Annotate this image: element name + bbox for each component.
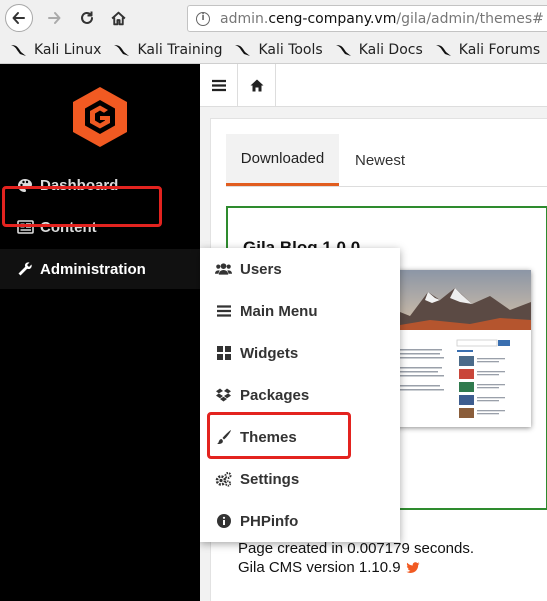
tab-downloaded[interactable]: Downloaded	[226, 134, 339, 186]
kali-dragon-icon	[11, 45, 26, 56]
bookmark-kali-training[interactable]: Kali Training	[113, 42, 222, 58]
menu-item-packages[interactable]: Packages	[200, 374, 400, 416]
menu-toggle-button[interactable]	[200, 64, 238, 107]
theme-thumbnail[interactable]	[380, 270, 531, 427]
tab-newest[interactable]: Newest	[340, 134, 420, 186]
arrow-right-icon	[48, 12, 61, 24]
info-circle-icon	[215, 514, 232, 528]
wrench-icon	[16, 261, 34, 277]
page-time-footer: Page created in 0.007179 seconds.	[238, 540, 475, 557]
cogs-icon	[215, 471, 232, 487]
reload-button[interactable]	[73, 4, 101, 32]
bookmark-kali-tools[interactable]: Kali Tools	[234, 42, 323, 58]
bookmark-label: Kali Tools	[258, 42, 323, 58]
menu-item-label: Main Menu	[240, 302, 318, 320]
gila-hexagon-logo-icon	[73, 87, 127, 147]
bookmark-label: Kali Forums	[458, 42, 541, 58]
sidebar-item-administration[interactable]: Administration	[0, 249, 200, 289]
themes-highlight-box	[207, 412, 351, 459]
bookmark-label: Kali Docs	[358, 42, 423, 58]
menu-item-settings[interactable]: Settings	[200, 458, 400, 500]
arrow-left-icon	[12, 12, 25, 24]
bookmark-label: Kali Linux	[34, 42, 102, 58]
sidebar-item-label: Administration	[40, 260, 146, 278]
version-text: Gila CMS version 1.10.9	[238, 559, 401, 576]
menu-item-widgets[interactable]: Widgets	[200, 332, 400, 374]
bars-icon	[211, 79, 226, 92]
bookmark-kali-forums[interactable]: Kali Forums	[435, 42, 540, 58]
url-text: admin.ceng-company.vm/gila/admin/themes#	[220, 10, 544, 27]
url-bar[interactable]: i admin.ceng-company.vm/gila/admin/theme…	[187, 5, 547, 32]
home-icon	[250, 79, 263, 92]
bookmark-kali-docs[interactable]: Kali Docs	[335, 42, 423, 58]
menu-item-main-menu[interactable]: Main Menu	[200, 290, 400, 332]
dropbox-icon	[215, 388, 232, 402]
menu-item-label: PHPinfo	[240, 512, 299, 530]
menu-item-label: Settings	[240, 470, 300, 488]
bookmark-kali-linux[interactable]: Kali Linux	[10, 42, 101, 58]
grid-icon	[215, 346, 232, 360]
tabs-divider	[226, 186, 547, 187]
menu-item-label: Widgets	[240, 344, 299, 362]
menu-item-label: Packages	[240, 386, 310, 404]
forward-button[interactable]	[40, 4, 68, 32]
kali-dragon-icon	[235, 45, 251, 56]
bars-icon	[215, 305, 232, 317]
kali-dragon-icon	[435, 45, 451, 56]
home-button[interactable]	[104, 4, 132, 32]
home-icon	[110, 11, 126, 25]
version-footer: Gila CMS version 1.10.9	[238, 559, 420, 576]
home-link-button[interactable]	[238, 64, 276, 107]
menu-item-label: Users	[240, 260, 282, 278]
administration-highlight-box	[2, 186, 162, 227]
gila-logo[interactable]	[72, 86, 128, 148]
browser-chrome: i admin.ceng-company.vm/gila/admin/theme…	[0, 0, 547, 64]
admin-topbar	[200, 64, 547, 107]
reload-icon	[81, 11, 93, 24]
menu-item-phpinfo[interactable]: PHPinfo	[200, 500, 400, 542]
info-icon[interactable]: i	[196, 11, 210, 26]
twitter-icon[interactable]	[405, 561, 420, 574]
kali-dragon-icon	[335, 45, 351, 56]
bookmarks-bar: Kali Linux Kali Training Kali Tools Kali…	[0, 38, 547, 62]
kali-dragon-icon	[114, 45, 130, 56]
menu-item-users[interactable]: Users	[200, 248, 400, 290]
administration-dropdown-menu: Users Main Menu Widgets Packages Themes …	[200, 248, 400, 542]
theme-preview-image	[380, 270, 531, 427]
back-button[interactable]	[5, 4, 33, 32]
sidebar: Dashboard Content Administration	[0, 64, 200, 601]
users-icon	[215, 262, 232, 276]
bookmark-label: Kali Training	[137, 42, 223, 58]
